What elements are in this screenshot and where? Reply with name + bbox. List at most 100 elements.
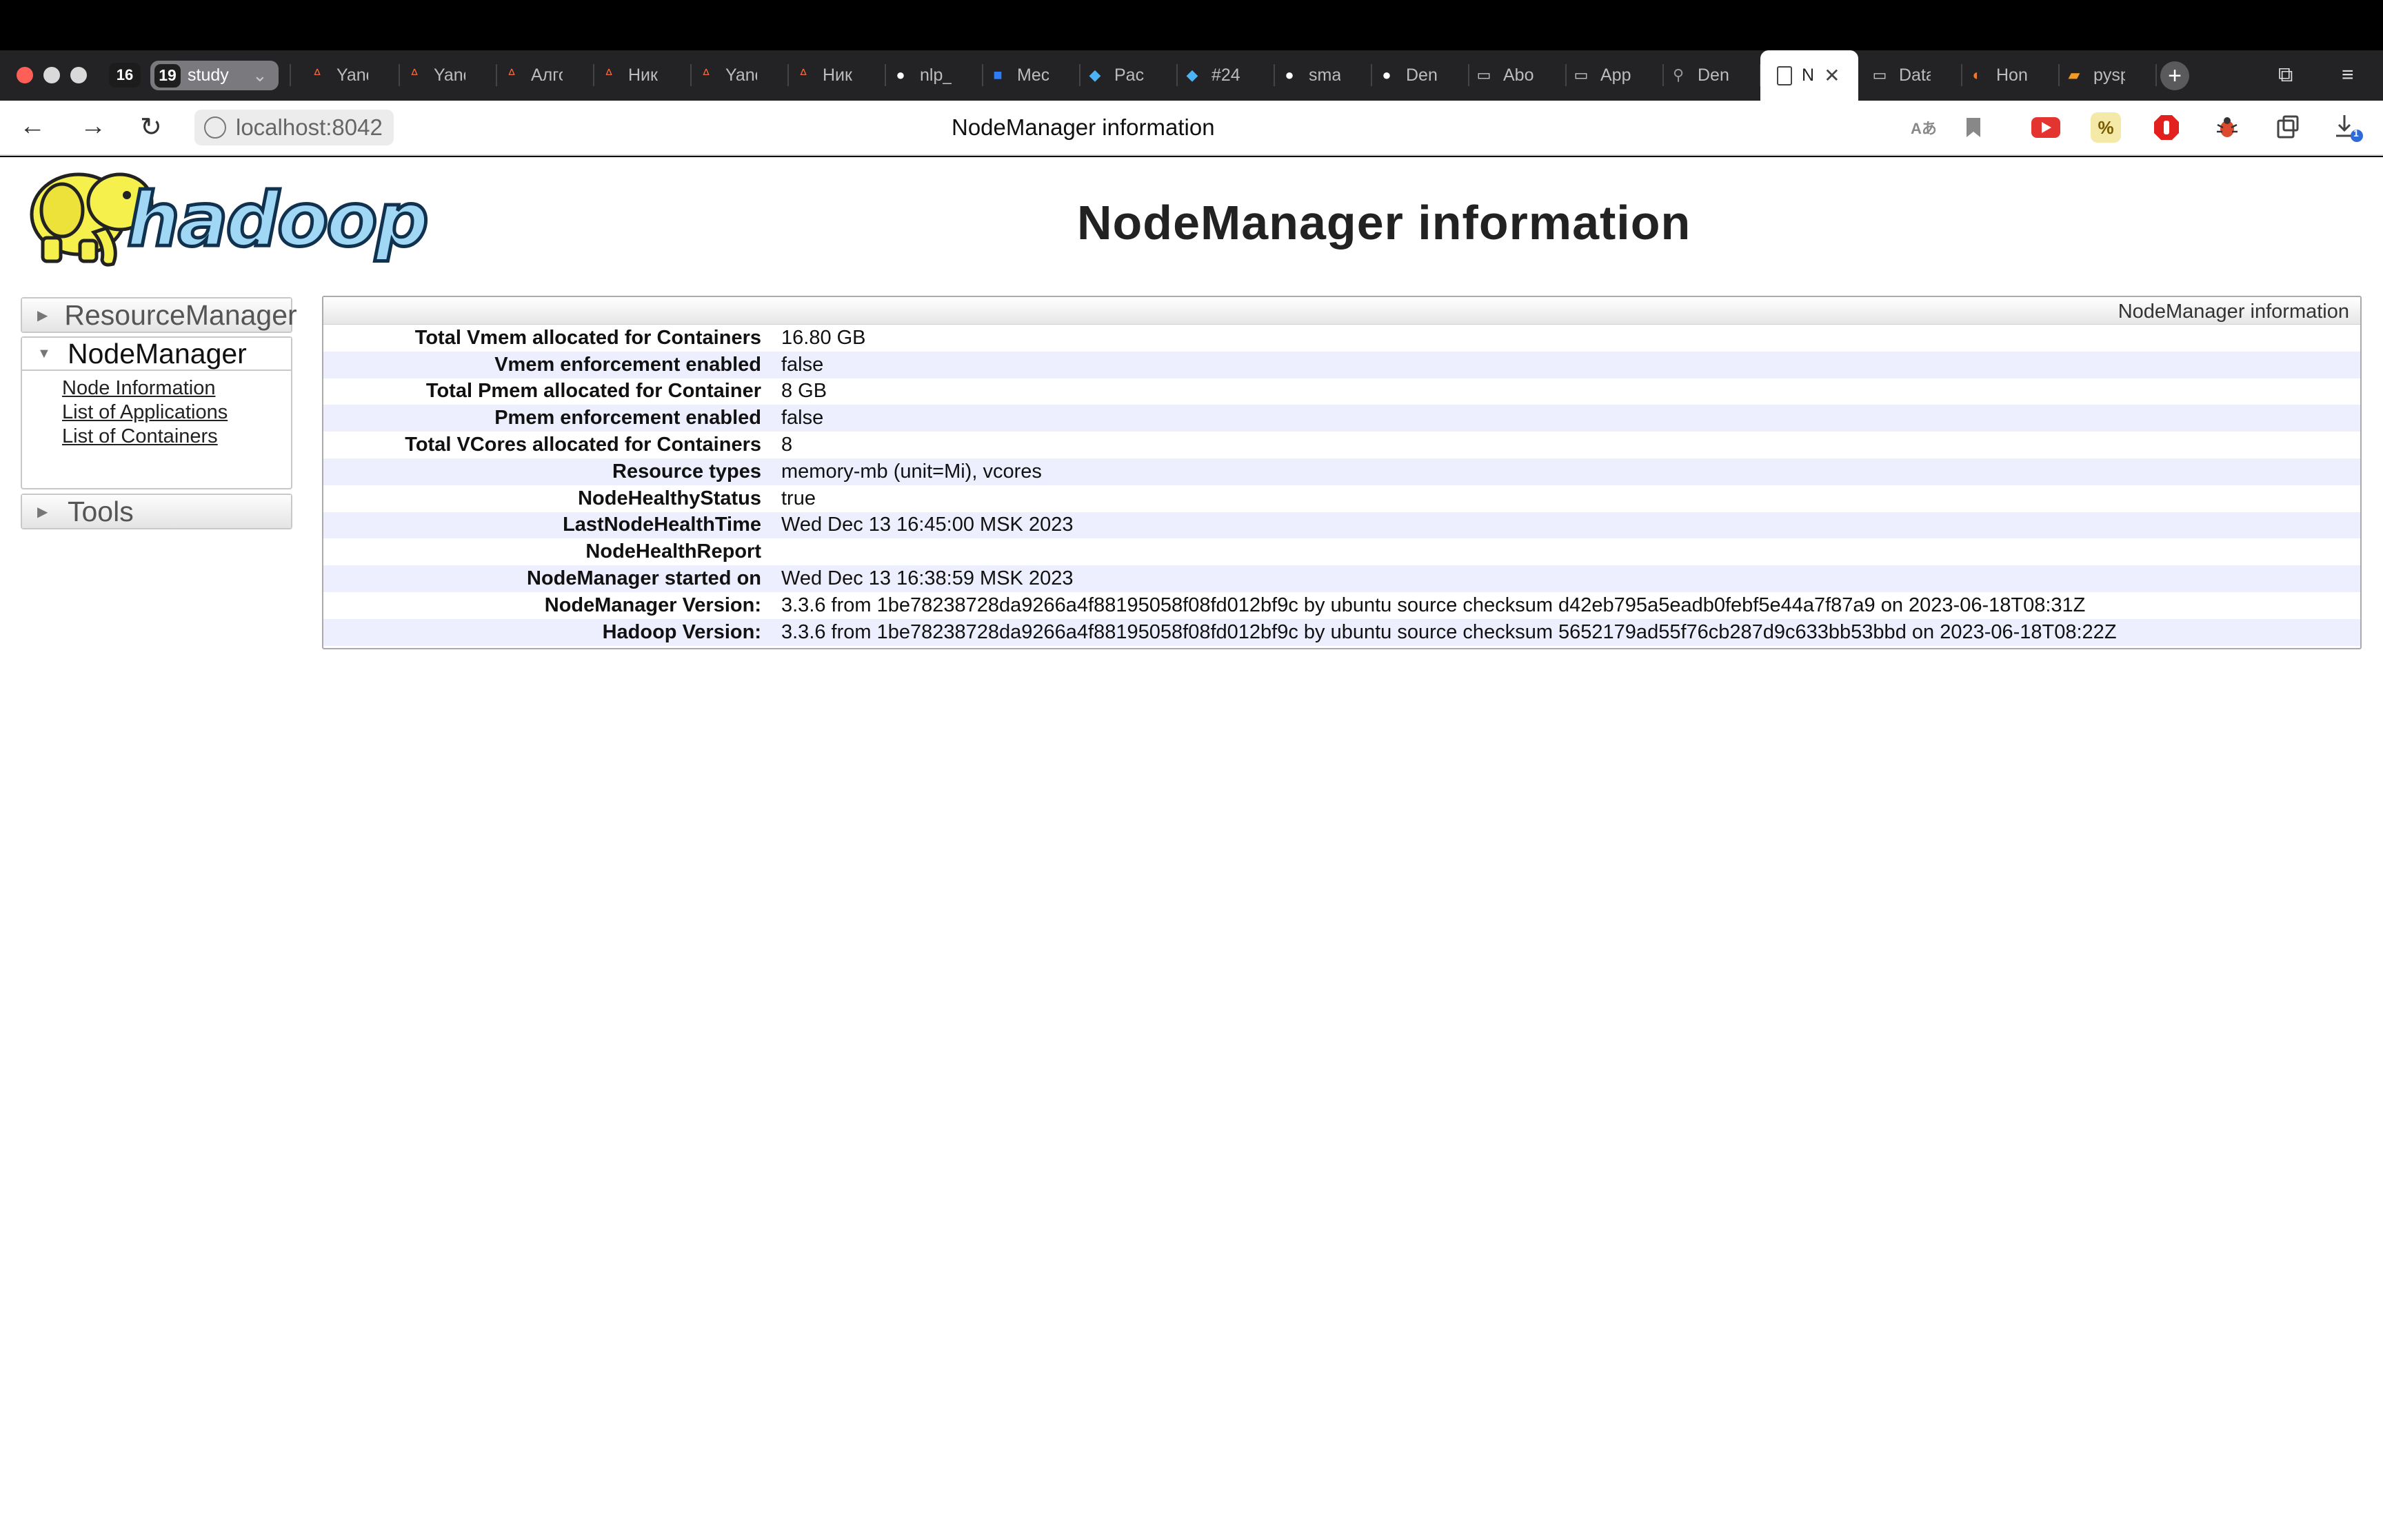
tab-den[interactable]: ⚲ Den — [1669, 57, 1753, 93]
tab-title: Алгоритмы — [531, 65, 563, 85]
tab-title: Ник — [823, 65, 852, 85]
maximize-window-button[interactable] — [70, 67, 87, 83]
info-row: Total VCores allocated for Containers 8 — [323, 432, 2360, 458]
tab-divider — [787, 64, 789, 86]
extensions-puzzle-icon[interactable] — [2273, 112, 2303, 143]
info-row: NodeHealthReport — [323, 538, 2360, 566]
reload-icon[interactable]: ↻ — [140, 112, 162, 143]
info-row-value: true — [781, 487, 816, 509]
tab-алгоритмы[interactable]: ᐞ Алгоритмы — [502, 57, 586, 93]
expand-triangle-icon: ▶ — [37, 504, 48, 520]
tab-divider — [1468, 64, 1469, 86]
tab-divider — [399, 64, 400, 86]
tab-yandex[interactable]: ᐞ Yandex — [696, 57, 781, 93]
downloads-icon[interactable]: 1 — [2333, 112, 2364, 143]
new-tab-button[interactable]: + — [2160, 61, 2189, 90]
downloads-badge: 1 — [2353, 128, 2359, 139]
tab-divider — [982, 64, 983, 86]
info-row-key: NodeHealthReport — [585, 540, 761, 563]
tab-divider — [1274, 64, 1275, 86]
tab-title: #24 — [1211, 65, 1240, 85]
tab-count-badge[interactable]: 16 — [109, 63, 141, 88]
forward-arrow-icon[interactable]: → — [80, 112, 106, 141]
discount-extension-icon[interactable]: % — [2091, 112, 2121, 143]
tab-nlp-[interactable]: ● nlp_ — [891, 57, 975, 93]
tab-group-label: study — [188, 65, 229, 85]
expand-triangle-icon: ▶ — [37, 307, 48, 323]
tab-yandex[interactable]: ᐞ Yandex — [308, 57, 392, 93]
scooter-icon: ⚲ — [1672, 66, 1685, 83]
info-row-value: 16.80 GB — [781, 326, 866, 349]
tab-sma[interactable]: ● sma — [1280, 57, 1364, 93]
info-row-key: NodeHealthyStatus — [578, 487, 761, 509]
app-icon: ◆ — [1186, 66, 1198, 83]
info-row-key: Hadoop Version: — [602, 620, 761, 643]
document-icon: ▭ — [1872, 66, 1887, 83]
info-row-value: false — [781, 353, 824, 376]
tab-title: nlp_ — [920, 65, 952, 85]
nav-link-list-of-applications[interactable]: List of Applications — [62, 401, 291, 425]
nav-resourcemanager-header[interactable]: ▶ ResourceManager — [22, 298, 297, 332]
tab-yandex[interactable]: ᐞ Yandex — [405, 57, 489, 93]
collapse-triangle-icon: ▼ — [37, 345, 51, 361]
tab-ник[interactable]: ᐞ Ник — [794, 57, 878, 93]
github-icon: ● — [1285, 66, 1294, 83]
tab-search-icon[interactable]: ⧉ — [2278, 63, 2293, 87]
hadoop-logo[interactable]: hadoop — [23, 166, 437, 267]
info-row-value: Wed Dec 13 16:38:59 MSK 2023 — [781, 567, 1074, 590]
tab-hon[interactable]: ◐ Hon — [1967, 57, 2051, 93]
tab-mec[interactable]: ■ Mec — [988, 57, 1072, 93]
tab-title: Yandex — [725, 65, 757, 85]
tab-data[interactable]: ▭ Data — [1870, 57, 1954, 93]
tab-title: Ник — [628, 65, 658, 85]
address-field[interactable]: localhost:8042 — [194, 110, 394, 145]
info-row-key: Total VCores allocated for Containers — [405, 434, 761, 456]
info-table-body: Total Vmem allocated for Containers 16.80… — [323, 325, 2360, 646]
bookmark-icon[interactable] — [1958, 112, 1989, 143]
nav-link-node-information[interactable]: Node Information — [62, 376, 291, 401]
tab-divider — [690, 64, 692, 86]
close-window-button[interactable] — [17, 67, 33, 83]
close-tab-icon[interactable]: ✕ — [1824, 64, 1840, 87]
tab-divider — [2058, 64, 2060, 86]
info-row: Total Pmem allocated for Container 8 GB — [323, 378, 2360, 405]
tab-divider — [1565, 64, 1567, 86]
window-top-bar — [0, 0, 2383, 50]
info-row-key: Vmem enforcement enabled — [494, 353, 761, 376]
tab--24[interactable]: ◆ #24 — [1183, 57, 1267, 93]
info-row-value: 3.3.6 from 1be78238728da9266a4f88195058f… — [781, 594, 2086, 616]
tab-ник[interactable]: ᐞ Ник — [599, 57, 683, 93]
tab-divider — [593, 64, 594, 86]
tab-pysp[interactable]: ▰ pysp — [2064, 57, 2149, 93]
site-info-icon[interactable] — [204, 116, 226, 139]
minimize-window-button[interactable] — [43, 67, 60, 83]
yandex-icon: ᐞ — [702, 66, 710, 83]
tab-abo[interactable]: ▭ Abo — [1474, 57, 1558, 93]
tab-divider — [1961, 64, 1962, 86]
tab-group-chevron-icon[interactable]: ⌄ — [252, 65, 268, 86]
youtube-extension-icon[interactable] — [2031, 112, 2061, 143]
tab-pac[interactable]: ◆ Pac — [1085, 57, 1169, 93]
back-arrow-icon[interactable]: ← — [19, 112, 46, 141]
tab-den[interactable]: ● Den — [1377, 57, 1461, 93]
tab-title: Den — [1406, 65, 1438, 85]
tab-active[interactable]: N ✕ — [1760, 50, 1858, 101]
nav-nodemanager-header[interactable]: ▼ NodeManager — [22, 338, 291, 371]
tab-title: Mec — [1017, 65, 1049, 85]
yandex-icon: ᐞ — [410, 66, 419, 83]
info-row-key: Resource types — [612, 460, 761, 483]
adblock-extension-icon[interactable] — [2151, 112, 2182, 143]
tab-title: Yandex — [336, 65, 368, 85]
translate-icon[interactable]: Aあ — [1909, 112, 1939, 143]
window-page-title: NodeManager information — [952, 114, 1215, 140]
nav-tools-header[interactable]: ▶ Tools — [22, 495, 291, 528]
document-icon — [1777, 65, 1792, 85]
tab-title: Hon — [1996, 65, 2028, 85]
info-row-key: Pmem enforcement enabled — [494, 407, 761, 429]
nav-link-list-of-containers[interactable]: List of Containers — [62, 425, 291, 449]
info-row: NodeManager started on Wed Dec 13 16:38:5… — [323, 565, 2360, 592]
tab-app[interactable]: ▭ App — [1571, 57, 1656, 93]
menu-icon[interactable]: ≡ — [2342, 63, 2354, 87]
bug-extension-icon[interactable] — [2212, 112, 2242, 143]
nav-tools-section: ▶ Tools — [21, 494, 292, 529]
